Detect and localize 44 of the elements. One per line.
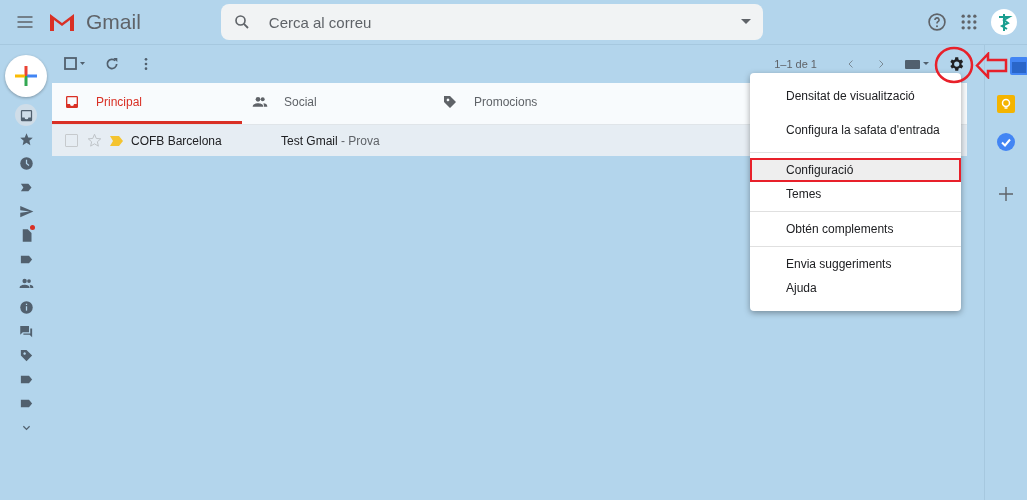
clock-icon [18,155,34,171]
plus-icon [15,65,37,87]
annotation-circle [934,46,974,84]
category-tab[interactable]: Promocions [432,83,622,124]
search-icon[interactable] [232,13,251,31]
compose-button[interactable] [5,55,47,97]
chat-icon [18,323,34,339]
search-field[interactable]: Cerca al correu [220,4,763,40]
search-input[interactable]: Cerca al correu [266,12,741,32]
star-icon[interactable] [87,133,102,148]
message-snippet: - Prova [341,133,380,148]
star-icon [18,131,34,147]
menu-item[interactable]: Temes [750,182,961,206]
message-checkbox[interactable] [65,134,78,147]
select-checkbox[interactable] [64,57,86,71]
menu-item[interactable]: Densitat de visualització [750,79,961,113]
menu-item[interactable]: Ajuda [750,276,961,300]
help-icon[interactable] [927,12,947,32]
info-icon [18,299,34,315]
send-icon [18,203,34,219]
annotation-arrow [975,52,1008,79]
sidebar-item[interactable] [15,104,37,126]
refresh-icon[interactable] [104,56,120,72]
avatar-icon[interactable] [991,9,1017,35]
inbox-icon [64,94,80,110]
caret-icon[interactable] [740,19,751,25]
tasks-icon[interactable] [997,133,1015,151]
message-subject: Test Gmail [281,133,338,148]
add-icon[interactable] [999,187,1013,201]
category-tab[interactable]: Social [242,83,432,124]
menu-item[interactable]: Configuració [750,158,961,182]
keyboard-icon[interactable] [905,58,929,70]
pagination-text: 1–1 de 1 [774,58,817,70]
importance-marker-icon[interactable] [110,135,123,146]
menu-item[interactable]: Obtén complements [750,217,961,241]
apps-icon[interactable] [959,12,979,32]
tag-icon [18,347,34,363]
inbox-icon [18,107,34,123]
product-name: Gmail [86,10,141,34]
mail-logo-icon[interactable] [48,11,76,33]
tag-icon [442,94,458,110]
menu-item[interactable]: Envia suggeriments [750,252,961,276]
sender-name: COFB Barcelona [131,133,223,148]
people-icon [252,94,268,110]
